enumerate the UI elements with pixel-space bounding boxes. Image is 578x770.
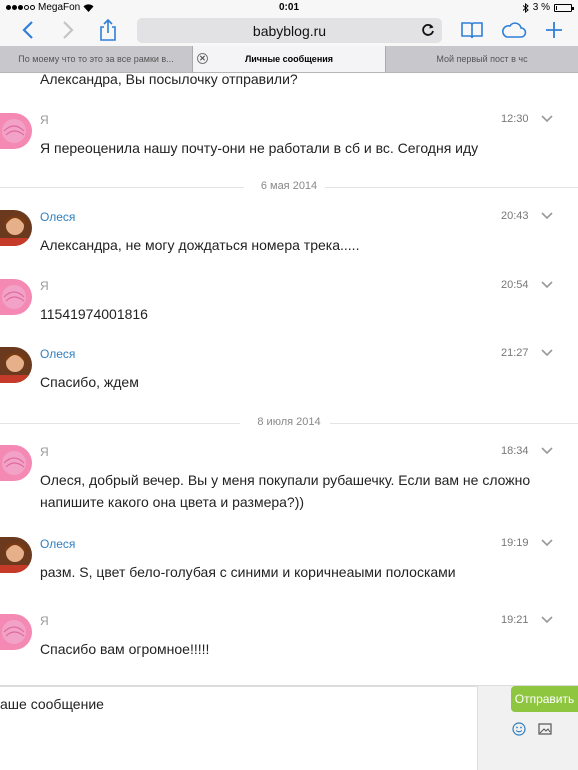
date-label: 6 мая 2014 [260, 180, 318, 192]
battery-percent: 3 % [532, 2, 550, 13]
chevron-down-icon[interactable] [540, 279, 554, 291]
chevron-left-icon [22, 21, 33, 39]
author-name: Я [40, 113, 49, 127]
author-name: Я [40, 279, 49, 293]
avatar[interactable] [0, 210, 32, 246]
send-button[interactable]: Отправить [511, 686, 578, 712]
message-time: 21:27 [501, 347, 529, 359]
message-text: разм. S, цвет бело-голубая с синими и ко… [40, 564, 456, 580]
chevron-down-icon[interactable] [540, 113, 554, 125]
smiley-icon[interactable] [512, 722, 526, 736]
url-text: babyblog.ru [252, 23, 327, 39]
message-text: 11541974001816 [40, 306, 148, 322]
clock: 0:01 [278, 2, 299, 13]
message-time: 20:54 [501, 279, 529, 291]
message-time: 18:34 [501, 445, 529, 457]
browser-toolbar: babyblog.ru [0, 15, 578, 46]
author-name: Я [40, 445, 49, 459]
message-text: Спасибо, ждем [40, 374, 139, 390]
compose-area: аше сообщение Отправить [0, 685, 578, 770]
reload-button[interactable] [419, 21, 437, 39]
chevron-down-icon[interactable] [540, 445, 554, 457]
date-label: 8 июля 2014 [257, 416, 321, 428]
avatar[interactable] [0, 113, 32, 149]
share-button[interactable] [94, 17, 122, 43]
avatar[interactable] [0, 537, 32, 573]
tab-3[interactable]: Мой первый пост в чс [386, 46, 578, 72]
tab-1[interactable]: По моему что то это за все рамки в... [0, 46, 193, 72]
message-time: 20:43 [501, 210, 529, 222]
chevron-down-icon[interactable] [540, 537, 554, 549]
tab-bar: По моему что то это за все рамки в... ✕ … [0, 46, 578, 73]
reload-icon [422, 24, 434, 36]
date-separator: 6 мая 2014 [0, 180, 578, 194]
bluetooth-icon [522, 2, 529, 13]
avatar[interactable] [0, 347, 32, 383]
cloud-icon [502, 22, 527, 38]
tab-2-active[interactable]: ✕ Личные сообщения [193, 46, 386, 72]
chevron-down-icon[interactable] [540, 210, 554, 222]
avatar[interactable] [0, 614, 32, 650]
message-time: 12:30 [501, 113, 529, 125]
tab-label: Мой первый пост в чс [436, 54, 528, 64]
chevron-down-icon[interactable] [540, 347, 554, 359]
plus-icon [546, 22, 562, 38]
partial-message-text: Александра, Вы посылочку отправили? [40, 73, 298, 87]
author-name: Я [40, 614, 49, 628]
address-bar[interactable]: babyblog.ru [137, 18, 442, 43]
chevron-down-icon[interactable] [540, 614, 554, 626]
message-text: Я переоценила нашу почту-они не работали… [40, 140, 479, 156]
icloud-tabs-button[interactable] [500, 17, 528, 43]
tab-label: Личные сообщения [244, 54, 334, 64]
message-text: Александра, не могу дождаться номера тре… [40, 237, 360, 253]
message-feed: Александра, Вы посылочку отправили? Я 12… [0, 73, 578, 685]
image-icon[interactable] [538, 722, 552, 736]
message-input[interactable]: аше сообщение [0, 686, 478, 770]
chevron-right-icon [63, 21, 74, 39]
status-bar: MegaFon 0:01 3 % [0, 0, 578, 15]
tab-label: По моему что то это за все рамки в... [18, 54, 174, 64]
author-name[interactable]: Олеся [40, 537, 75, 551]
avatar[interactable] [0, 279, 32, 315]
avatar[interactable] [0, 445, 32, 481]
new-tab-button[interactable] [540, 17, 568, 43]
message-text: Олеся, добрый вечер. Вы у меня покупали … [40, 472, 531, 510]
forward-button[interactable] [54, 17, 82, 43]
message-time: 19:19 [501, 537, 529, 549]
battery-icon [554, 3, 574, 12]
bookmarks-button[interactable] [458, 17, 486, 43]
share-icon [100, 18, 116, 41]
message-time: 19:21 [501, 614, 529, 626]
close-tab-icon[interactable]: ✕ [197, 53, 208, 64]
message-text: Спасибо вам огромное!!!!! [40, 641, 210, 657]
author-name[interactable]: Олеся [40, 347, 75, 361]
book-icon [461, 22, 483, 39]
message-input-text: аше сообщение [0, 696, 104, 712]
date-separator: 8 июля 2014 [0, 416, 578, 430]
author-name[interactable]: Олеся [40, 210, 75, 224]
back-button[interactable] [14, 17, 42, 43]
